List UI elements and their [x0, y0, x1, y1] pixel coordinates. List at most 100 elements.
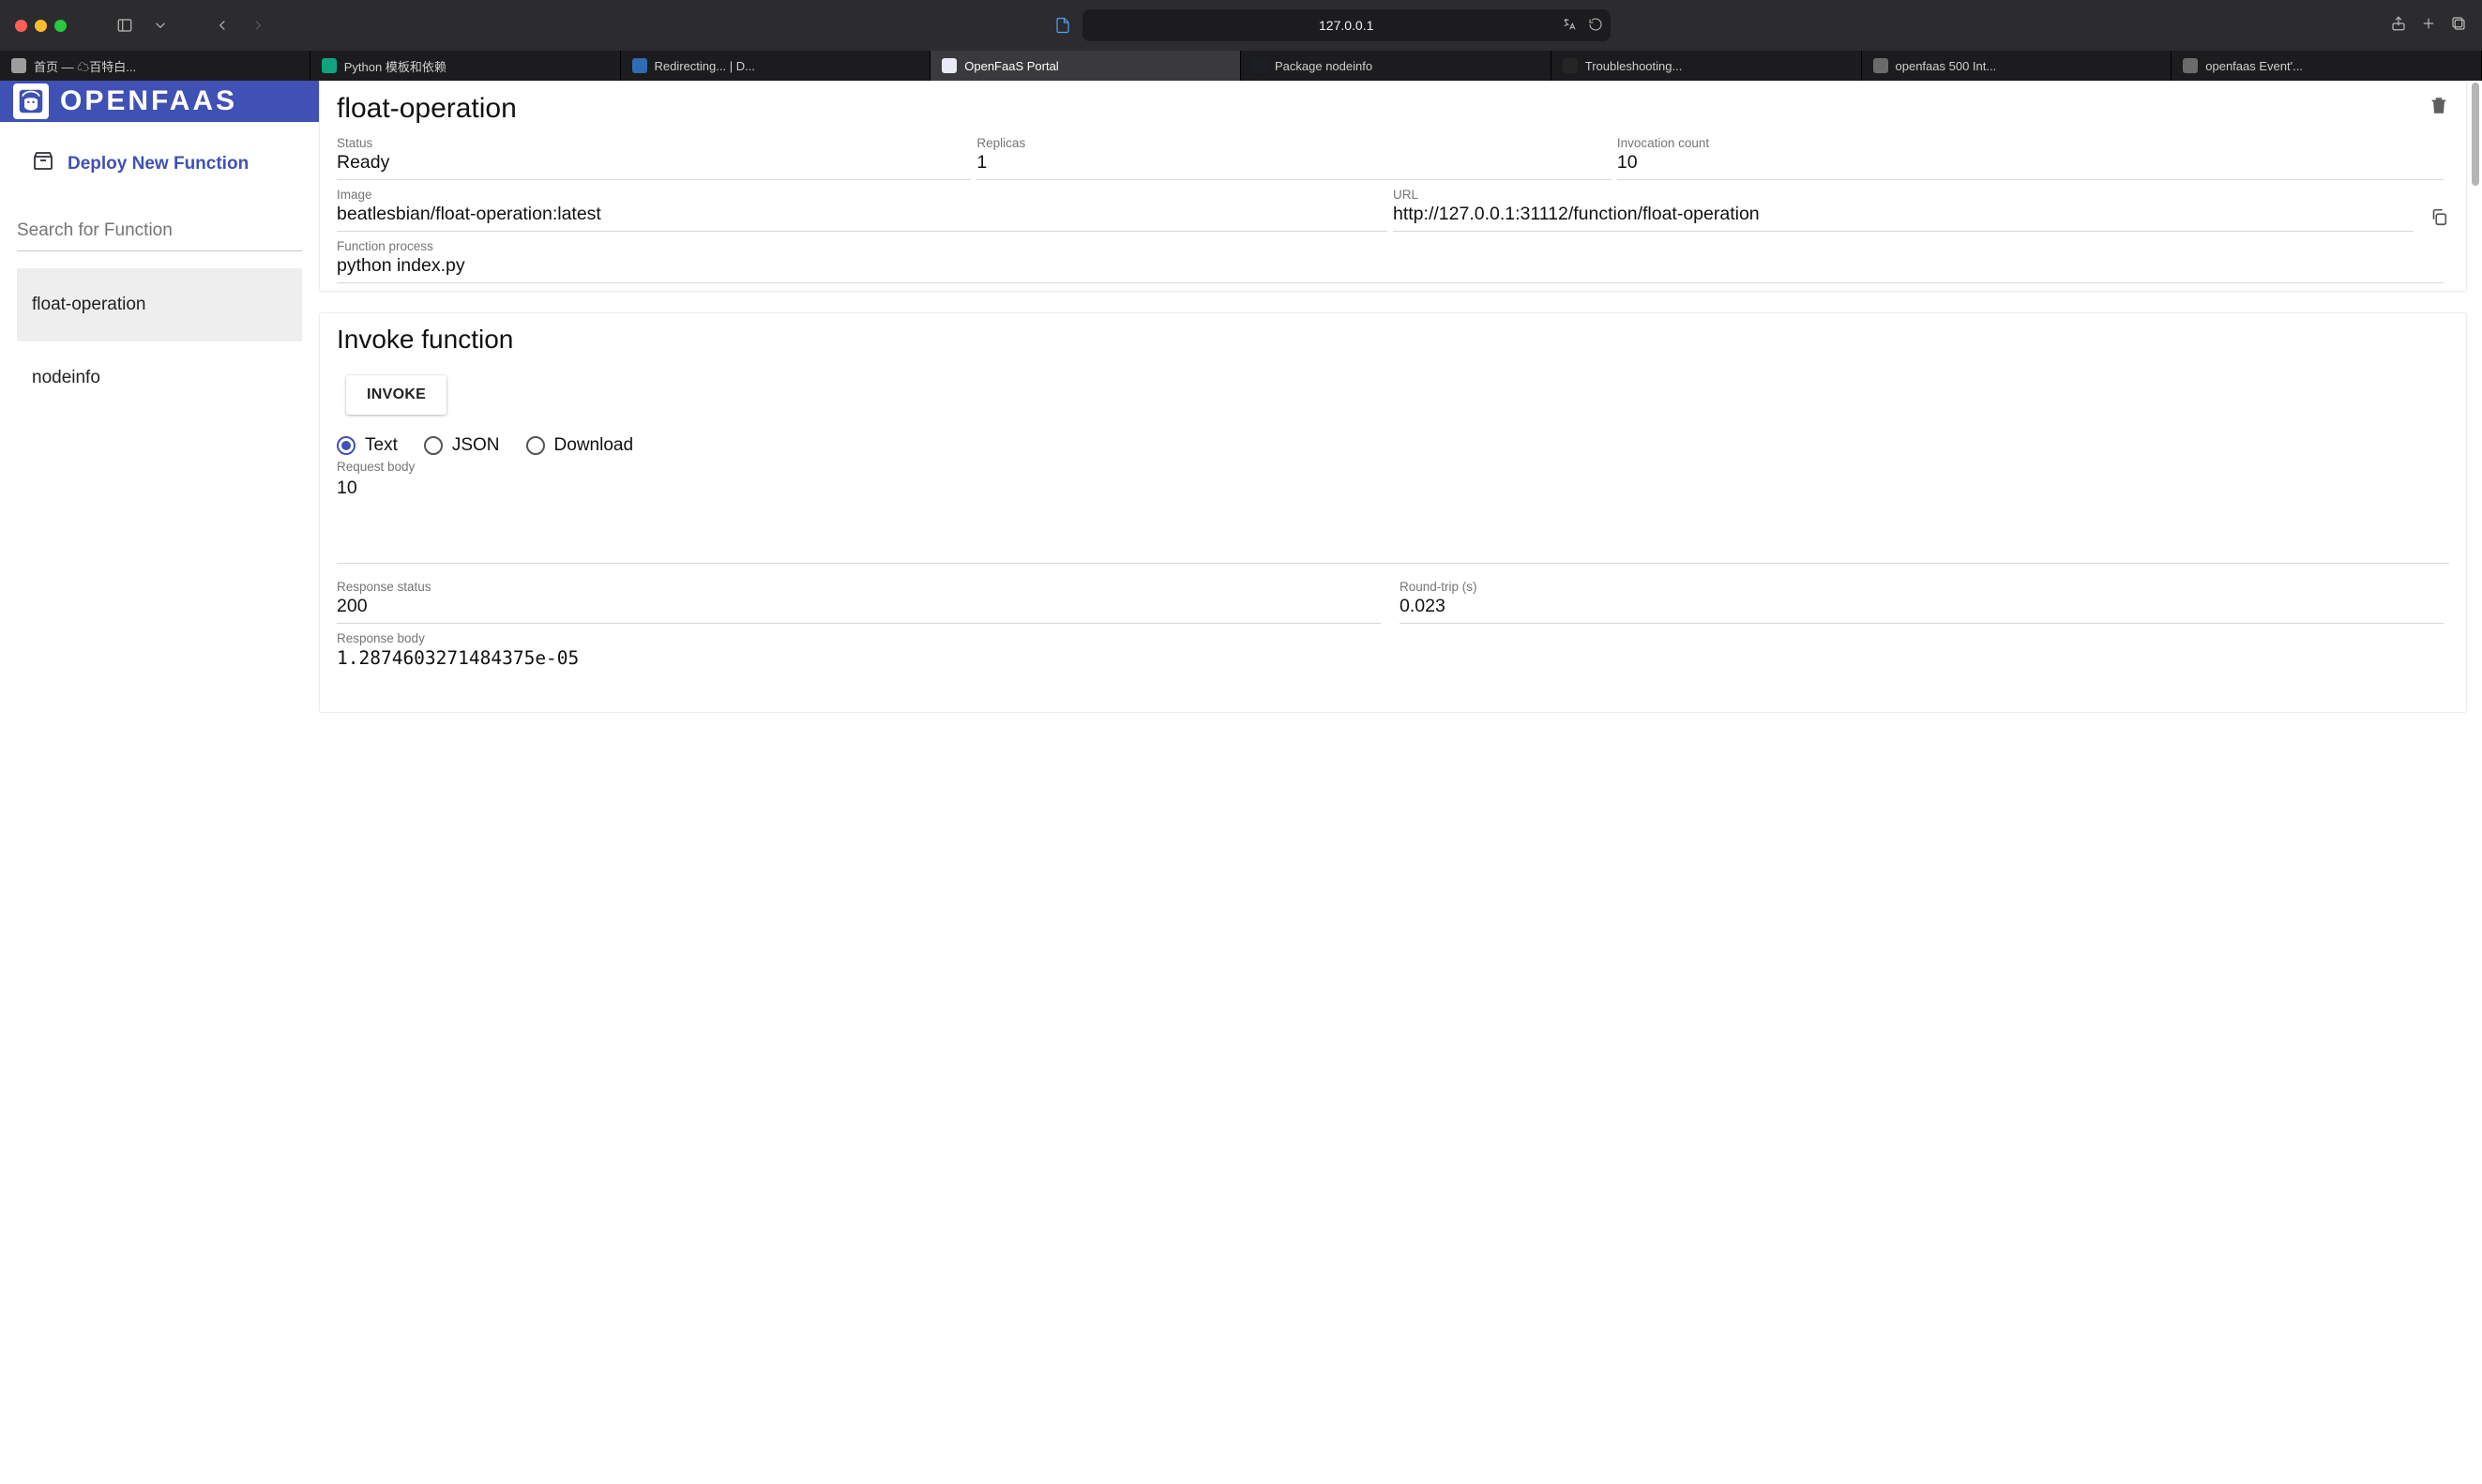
search-wrap [0, 198, 319, 251]
favicon-icon [11, 58, 26, 73]
request-body-input[interactable] [337, 474, 2449, 564]
invoke-card: Invoke function INVOKE Text JSON Downloa… [319, 312, 2467, 713]
radio-download-label: Download [554, 435, 634, 456]
brand-text: OPENFAAS [60, 85, 237, 117]
image-label: Image [337, 188, 1387, 202]
tab-label: Redirecting... | D... [655, 59, 755, 73]
nav-back-button[interactable] [209, 12, 235, 38]
favicon-icon [1252, 58, 1267, 73]
tab-label: openfaas 500 Int... [1896, 59, 1997, 73]
function-list: float-operationnodeinfo [0, 251, 319, 432]
window-controls [9, 20, 76, 32]
response-status-value: 200 [337, 594, 1381, 619]
radio-json-label: JSON [452, 435, 500, 456]
browser-chrome: 127.0.0.1 首页 — ☁百特白... Python 模板和依赖 Redire… [0, 0, 2482, 81]
radio-dot-icon [337, 436, 356, 455]
content-type-radios: Text JSON Download [320, 418, 2466, 456]
translate-icon[interactable] [1562, 17, 1577, 35]
function-title: float-operation [337, 93, 517, 125]
status-value: Ready [337, 150, 971, 175]
toolbar-right [2390, 15, 2473, 37]
field-response-body: Response body 1.2874603271484375e-05 [337, 629, 2444, 674]
url-label: URL [1393, 188, 2414, 202]
brand-logo-icon [13, 83, 49, 119]
window-minimize-button[interactable] [35, 20, 47, 32]
delete-function-button[interactable] [2429, 93, 2449, 122]
replicas-label: Replicas [976, 136, 1611, 150]
function-list-item[interactable]: float-operation [17, 268, 302, 341]
address-host: 127.0.0.1 [1319, 18, 1373, 33]
tab-label: 首页 — ☁百特白... [34, 57, 136, 75]
page-scrollbar[interactable] [2469, 81, 2482, 1484]
status-label: Status [337, 136, 971, 150]
address-bar[interactable]: 127.0.0.1 [1082, 9, 1611, 41]
copy-url-button[interactable] [2429, 206, 2449, 232]
page: OPENFAAS Deploy New Function float-opera… [0, 81, 2482, 1484]
page-icon [1052, 12, 1075, 38]
browser-tab[interactable]: Package nodeinfo [1241, 51, 1551, 81]
replicas-value: 1 [976, 150, 1611, 175]
favicon-icon [942, 58, 957, 73]
radio-dot-icon [424, 436, 443, 455]
round-trip-value: 0.023 [1400, 594, 2444, 619]
field-round-trip: Round-trip (s) 0.023 [1400, 578, 2444, 624]
browser-toolbar: 127.0.0.1 [0, 0, 2482, 51]
tab-label: Troubleshooting... [1585, 59, 1683, 73]
reload-icon[interactable] [1588, 17, 1603, 35]
browser-tab[interactable]: openfaas 500 Int... [1862, 51, 2172, 81]
address-bar-wrap: 127.0.0.1 [280, 9, 2381, 41]
chevron-down-icon[interactable] [147, 12, 174, 38]
window-zoom-button[interactable] [54, 20, 67, 32]
field-url: URL http://127.0.0.1:31112/function/floa… [1393, 186, 2414, 232]
store-icon [32, 150, 54, 177]
function-info-card: float-operation Status Ready Replicas 1 [319, 81, 2467, 292]
response-status-label: Response status [337, 580, 1381, 594]
field-invocations: Invocation count 10 [1617, 134, 2444, 180]
tab-label: Python 模板和依赖 [344, 57, 446, 75]
image-value: beatlesbian/float-operation:latest [337, 202, 1387, 227]
request-body-label: Request body [337, 460, 2449, 474]
nav-forward-button[interactable] [245, 12, 271, 38]
invocations-value: 10 [1617, 150, 2444, 175]
field-response-status: Response status 200 [337, 578, 1381, 624]
field-status: Status Ready [337, 134, 971, 180]
response-body-value: 1.2874603271484375e-05 [337, 645, 2444, 671]
favicon-icon [322, 58, 337, 73]
deploy-new-function-button[interactable]: Deploy New Function [0, 122, 319, 198]
field-process: Function process python index.py [337, 237, 2444, 283]
response-body-label: Response body [337, 631, 2444, 645]
tab-label: openfaas Event'... [2205, 59, 2303, 73]
function-list-item[interactable]: nodeinfo [17, 341, 302, 415]
deploy-label: Deploy New Function [68, 154, 249, 174]
sidebar-toggle-icon[interactable] [112, 12, 138, 38]
invoke-title: Invoke function [320, 313, 2466, 366]
search-input[interactable] [17, 215, 302, 251]
favicon-icon [632, 58, 647, 73]
window-close-button[interactable] [15, 20, 27, 32]
tab-label: Package nodeinfo [1275, 59, 1372, 73]
tab-label: OpenFaaS Portal [964, 59, 1058, 73]
invoke-button[interactable]: INVOKE [346, 375, 446, 415]
browser-tab[interactable]: Python 模板和依赖 [310, 51, 621, 81]
radio-dot-icon [526, 436, 545, 455]
new-tab-icon[interactable] [2420, 15, 2437, 37]
radio-json[interactable]: JSON [424, 435, 500, 456]
browser-tab[interactable]: openfaas Event'... [2172, 51, 2482, 81]
radio-text-label: Text [365, 435, 398, 456]
radio-text[interactable]: Text [337, 435, 398, 456]
browser-tab[interactable]: 首页 — ☁百特白... [0, 51, 310, 81]
share-icon[interactable] [2390, 15, 2407, 37]
favicon-icon [2183, 58, 2198, 73]
browser-tab[interactable]: Redirecting... | D... [621, 51, 931, 81]
field-image: Image beatlesbian/float-operation:latest [337, 186, 1387, 232]
browser-tab[interactable]: Troubleshooting... [1551, 51, 1862, 81]
brand-bar: OPENFAAS [0, 81, 319, 122]
process-value: python index.py [337, 253, 2444, 279]
radio-download[interactable]: Download [526, 435, 634, 456]
favicon-icon [1873, 58, 1888, 73]
sidebar: OPENFAAS Deploy New Function float-opera… [0, 81, 319, 1484]
tab-strip: 首页 — ☁百特白... Python 模板和依赖 Redirecting... |… [0, 51, 2482, 81]
browser-tab[interactable]: OpenFaaS Portal [931, 51, 1241, 81]
favicon-icon [1563, 58, 1578, 73]
tabs-overview-icon[interactable] [2450, 15, 2467, 37]
